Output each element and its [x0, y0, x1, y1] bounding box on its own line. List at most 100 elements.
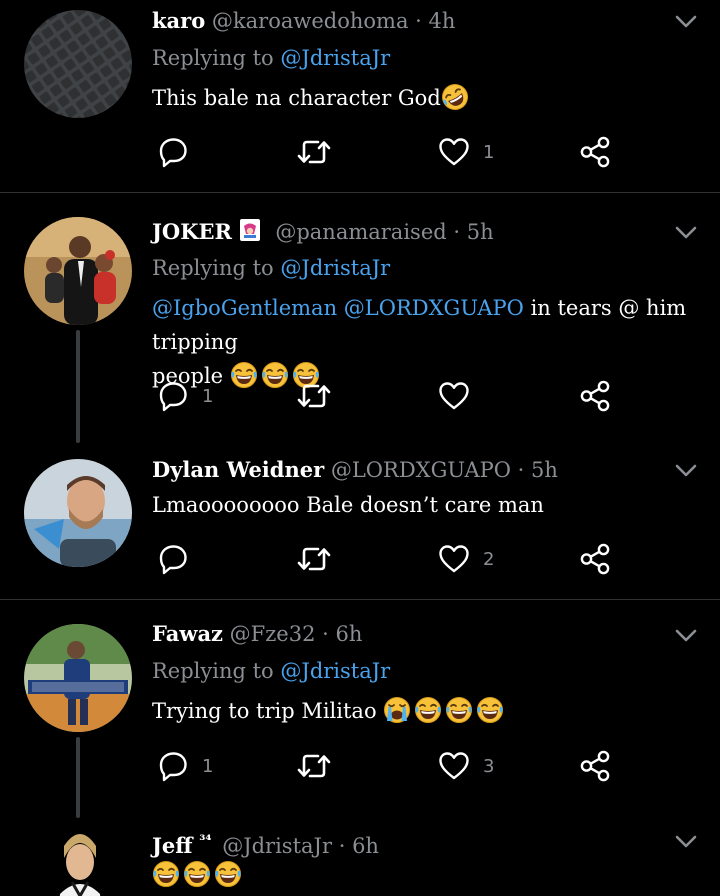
- loudly-crying-face-emoji: [383, 696, 411, 724]
- tweet-text: [152, 858, 692, 892]
- heart-icon: [437, 749, 471, 783]
- avatar[interactable]: [24, 824, 132, 896]
- share-button[interactable]: [578, 539, 612, 579]
- face-with-tears-of-joy-emoji: [445, 696, 473, 724]
- chevron-down-icon[interactable]: [672, 626, 700, 646]
- timestamp[interactable]: 5h: [531, 458, 558, 482]
- retweet-button[interactable]: [294, 746, 334, 786]
- share-icon: [578, 135, 612, 169]
- user-handle[interactable]: @LORDXGUAPO: [331, 458, 511, 482]
- like-count: 1: [483, 141, 495, 163]
- replying-to-line: Replying to @JdristaJr: [152, 253, 390, 283]
- tweet-actions: 1: [152, 132, 622, 172]
- mention-link[interactable]: @IgboGentleman: [152, 296, 337, 320]
- replying-to-label: Replying to: [152, 256, 274, 280]
- reply-icon: [156, 542, 190, 576]
- retweet-icon: [294, 542, 334, 576]
- user-handle[interactable]: @karoawedohoma: [212, 9, 409, 33]
- timestamp[interactable]: 6h: [352, 834, 379, 858]
- face-with-tears-of-joy-emoji: [214, 860, 242, 888]
- display-name[interactable]: JOKER: [152, 219, 232, 244]
- heart-icon: [437, 135, 471, 169]
- tweet-text-content: This bale na character God: [152, 86, 441, 110]
- user-handle[interactable]: @panamaraised: [275, 220, 446, 244]
- retweet-button[interactable]: [294, 539, 334, 579]
- reply-icon: [156, 749, 190, 783]
- display-name[interactable]: Fawaz: [152, 621, 223, 646]
- retweet-button[interactable]: [294, 132, 334, 172]
- like-button[interactable]: 2: [437, 539, 494, 579]
- reply-button[interactable]: 1: [156, 746, 213, 786]
- display-name[interactable]: Dylan Weidner: [152, 457, 324, 482]
- avatar[interactable]: [24, 624, 132, 732]
- like-button[interactable]: [437, 376, 483, 416]
- tweet-joker[interactable]: JOKER @panamaraised · 5h Replying to @Jd…: [0, 193, 720, 443]
- thread-line: [76, 330, 80, 443]
- joker-card-icon: [239, 219, 260, 241]
- like-button[interactable]: 3: [437, 746, 494, 786]
- reply-button[interactable]: 1: [156, 376, 213, 416]
- tweet-dylan-weidner[interactable]: Dylan Weidner @LORDXGUAPO · 5h Lmaoooooo…: [0, 443, 720, 599]
- share-icon: [578, 379, 612, 413]
- heart-icon: [437, 379, 471, 413]
- replying-to-mention[interactable]: @JdristaJr: [280, 256, 390, 280]
- tweet-text: This bale na character God: [152, 81, 692, 115]
- separator-dot: ·: [517, 458, 525, 482]
- tweet-text-content: Lmaoooooooo Bale doesn’t care man: [152, 493, 544, 517]
- replying-to-label: Replying to: [152, 659, 274, 683]
- like-count: 3: [483, 755, 495, 777]
- face-with-tears-of-joy-emoji: [152, 860, 180, 888]
- share-button[interactable]: [578, 746, 612, 786]
- replying-to-mention[interactable]: @JdristaJr: [280, 659, 390, 683]
- separator-dot: ·: [415, 9, 422, 33]
- thread-line: [76, 737, 80, 818]
- reply-icon: [156, 379, 190, 413]
- name-superscript: ³⁴: [199, 833, 212, 849]
- like-button[interactable]: 1: [437, 132, 494, 172]
- tweet-karo[interactable]: karo @karoawedohoma · 4h Replying to @Jd…: [0, 0, 720, 192]
- separator-dot: ·: [338, 834, 346, 858]
- timestamp[interactable]: 4h: [429, 9, 456, 33]
- share-button[interactable]: [578, 376, 612, 416]
- tweet-actions: 1 3: [152, 746, 622, 786]
- retweet-button[interactable]: [294, 376, 334, 416]
- rolling-on-floor-laughing-emoji: [441, 83, 469, 111]
- avatar[interactable]: [24, 217, 132, 325]
- tweet-text-content: Trying to trip Militao: [152, 699, 377, 723]
- mention-link[interactable]: @LORDXGUAPO: [344, 296, 524, 320]
- chevron-down-icon[interactable]: [672, 223, 700, 243]
- tweet-fawaz[interactable]: Fawaz @Fze32 · 6h Replying to @JdristaJr…: [0, 600, 720, 818]
- avatar[interactable]: [24, 10, 132, 118]
- timestamp[interactable]: 5h: [467, 220, 494, 244]
- reply-button[interactable]: [156, 132, 202, 172]
- timestamp[interactable]: 6h: [336, 622, 363, 646]
- user-handle[interactable]: @Fze32: [230, 622, 316, 646]
- share-button[interactable]: [578, 132, 612, 172]
- heart-icon: [437, 542, 471, 576]
- tweet-text: Lmaoooooooo Bale doesn’t care man: [152, 488, 692, 522]
- tweet-jeff[interactable]: Jeff ³⁴ @JdristaJr · 6h: [0, 818, 720, 896]
- chevron-down-icon[interactable]: [672, 832, 700, 852]
- chevron-down-icon[interactable]: [672, 12, 700, 32]
- retweet-icon: [294, 749, 334, 783]
- replying-to-mention[interactable]: @JdristaJr: [280, 46, 390, 70]
- reply-icon: [156, 135, 190, 169]
- reply-button[interactable]: [156, 539, 202, 579]
- replying-to-line: Replying to @JdristaJr: [152, 43, 390, 73]
- share-icon: [578, 749, 612, 783]
- face-with-tears-of-joy-emoji: [183, 860, 211, 888]
- separator-dot: ·: [453, 220, 461, 244]
- tweet-actions: 2: [152, 539, 622, 579]
- display-name[interactable]: Jeff: [152, 833, 193, 858]
- reply-count: 1: [202, 755, 214, 777]
- tweet-actions: 1: [152, 376, 622, 416]
- retweet-icon: [294, 379, 334, 413]
- face-with-tears-of-joy-emoji: [476, 696, 504, 724]
- like-count: 2: [483, 548, 495, 570]
- share-icon: [578, 542, 612, 576]
- chevron-down-icon[interactable]: [672, 461, 700, 481]
- display-name[interactable]: karo: [152, 8, 205, 33]
- replying-to-line: Replying to @JdristaJr: [152, 656, 390, 686]
- user-handle[interactable]: @JdristaJr: [222, 834, 332, 858]
- avatar[interactable]: [24, 459, 132, 567]
